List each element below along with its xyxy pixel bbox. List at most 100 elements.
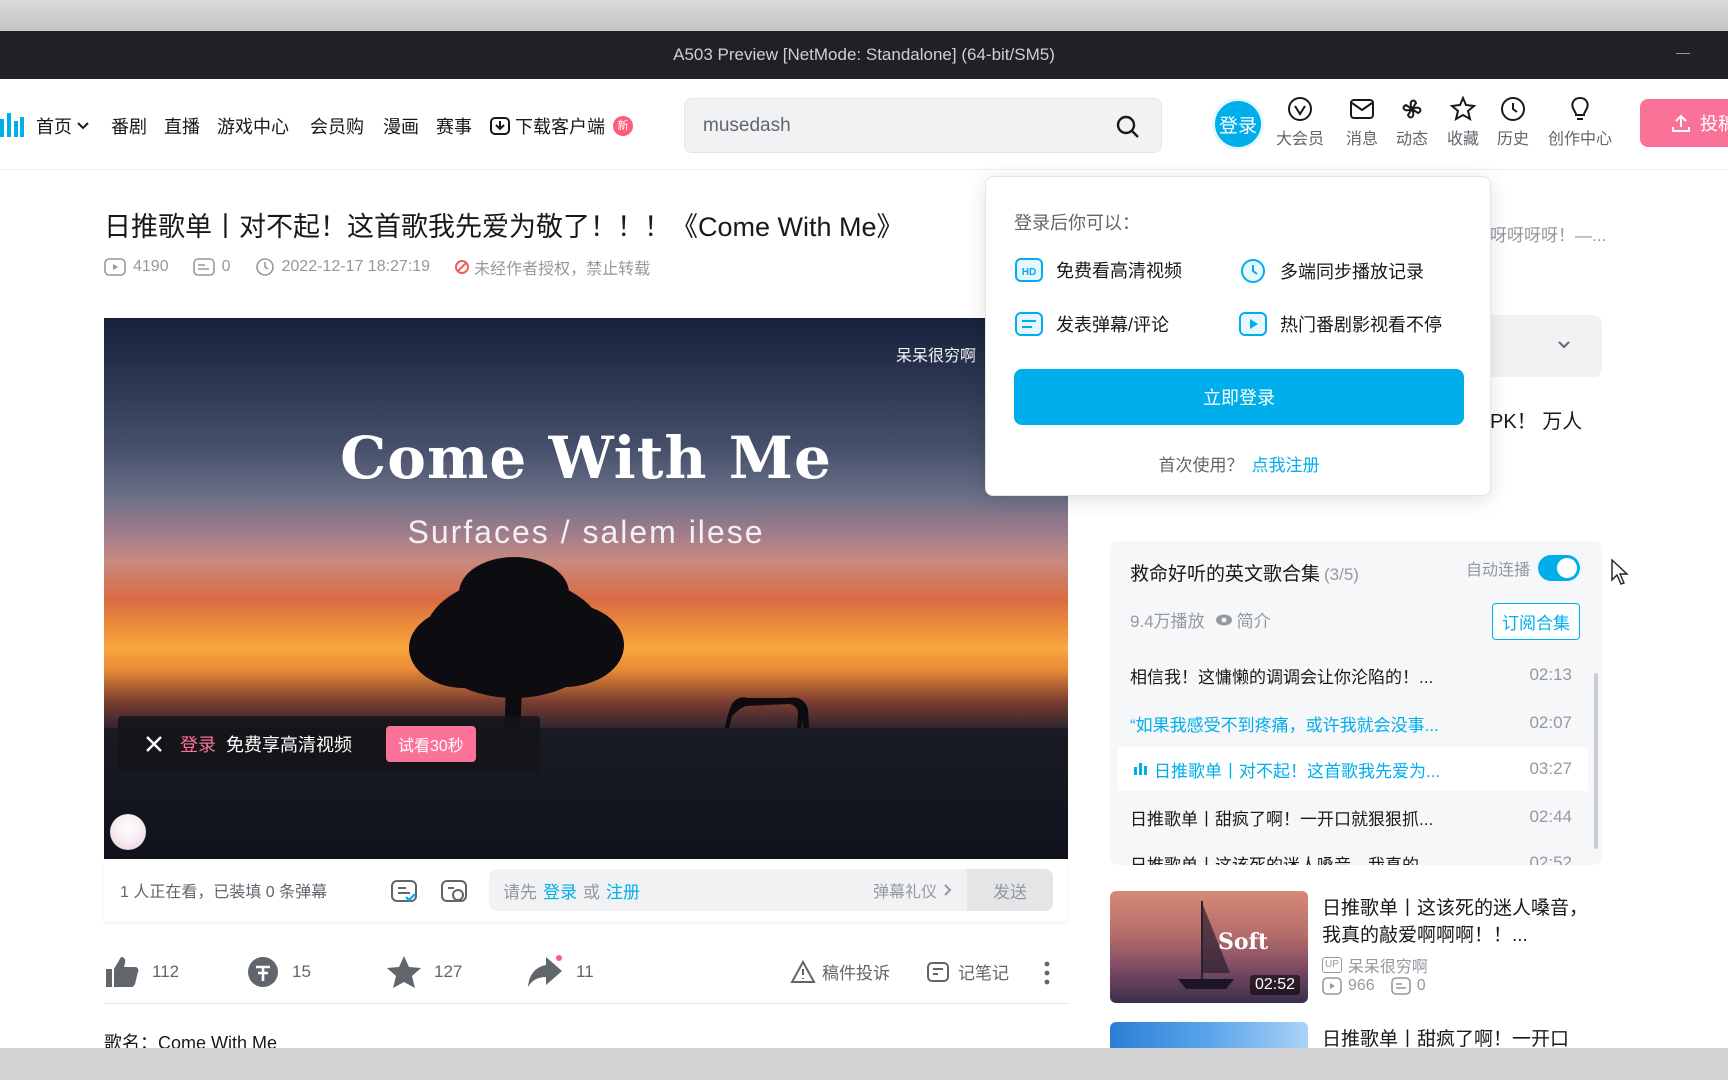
nav-game-center[interactable]: 游戏中心 <box>217 113 289 139</box>
upload-button[interactable]: 投稿 <box>1640 99 1728 147</box>
header-vip[interactable]: 大会员 <box>1276 95 1324 149</box>
playlist-item-duration: 03:27 <box>1529 759 1572 778</box>
note-icon <box>927 961 949 982</box>
svg-text:HD: HD <box>1022 267 1036 278</box>
nav-live[interactable]: 直播 <box>164 113 200 139</box>
playlist-scrollbar[interactable] <box>1594 673 1598 849</box>
nav-esports[interactable]: 赛事 <box>436 113 472 139</box>
playlist-item-active[interactable]: 日推歌单丨对不起！这首歌我先爱为... 03:27 <box>1118 747 1588 791</box>
video-title: 日推歌单丨对不起！这首歌我先爱为敬了！！！《Come With Me》 <box>104 212 904 242</box>
song-name: 歌名：Come With Me <box>104 1033 278 1048</box>
warning-icon <box>790 959 816 983</box>
playlist-intro: 简介 <box>1236 612 1271 631</box>
nav-shop[interactable]: 会员购 <box>310 113 364 139</box>
video-actions: 112 15 127 11 稿件投诉 记笔记 <box>104 947 1068 997</box>
header-history[interactable]: 历史 <box>1497 95 1529 149</box>
search-input[interactable] <box>703 113 1083 139</box>
danmaku-settings-icon[interactable] <box>440 877 468 905</box>
recommended-uploader[interactable]: UP 呆呆很穷啊 <box>1322 953 1428 977</box>
header-favorites[interactable]: 收藏 <box>1447 95 1479 149</box>
recommended-video[interactable]: 日推歌单丨甜疯了啊！一开口 <box>1110 1022 1602 1048</box>
danmaku-etiquette-link[interactable]: 弹幕礼仪 <box>873 878 953 902</box>
trial-button[interactable]: 试看30秒 <box>386 726 476 762</box>
desktop-top-strip <box>0 0 1728 31</box>
danmaku-etiquette-label: 弹幕礼仪 <box>872 884 937 901</box>
thumbs-up-icon <box>106 957 139 987</box>
chevron-down-icon <box>77 122 89 130</box>
danmaku-input[interactable]: 请先 登录 或 注册 弹幕礼仪 发送 <box>489 869 1053 911</box>
danmaku-toggle-icon[interactable] <box>390 877 418 905</box>
hd-tip-login-link[interactable]: 登录 <box>180 731 216 757</box>
header-messages[interactable]: 消息 <box>1346 95 1378 149</box>
overlay-song-title: Come With Me <box>340 424 832 492</box>
recommended-thumbnail[interactable]: Soft 02:52 <box>1110 891 1308 1003</box>
danmaku-prompt-prefix: 请先 <box>503 882 537 902</box>
playlist-intro-link[interactable]: 简介 <box>1215 607 1271 632</box>
autoplay-toggle[interactable] <box>1538 555 1580 581</box>
more-icon[interactable] <box>1044 961 1050 985</box>
recommended-thumbnail[interactable] <box>1110 1022 1308 1048</box>
nav-anime-label: 番剧 <box>111 117 147 137</box>
register-link[interactable]: 点我注册 <box>1252 456 1320 475</box>
nav-home[interactable]: 首页 <box>36 113 90 139</box>
login-popup-heading: 登录后你可以： <box>1014 213 1140 233</box>
playlist-count: (3/5) <box>1324 565 1359 584</box>
playlist-item-duration: 02:44 <box>1529 807 1572 826</box>
playlist-item[interactable]: “如果我感受不到疼痛，或许我就会没事... 02:07 <box>1118 701 1588 745</box>
danmaku-login-link[interactable]: 登录 <box>543 878 577 903</box>
login-avatar-button[interactable]: 登录 <box>1212 98 1264 150</box>
playlist-item[interactable]: 日推歌单丨这该死的迷人嗓音，我真的... 02:52 <box>1118 841 1588 865</box>
recommended-title[interactable]: 日推歌单丨甜疯了啊！一开口 <box>1322 1026 1602 1048</box>
playlist-item[interactable]: 日推歌单丨甜疯了啊！一开口就狠狠抓... 02:44 <box>1118 795 1588 839</box>
chevron-right-icon <box>944 884 952 896</box>
danmaku-count-icon <box>192 258 215 276</box>
header-creator-center[interactable]: 创作中心 <box>1548 95 1612 149</box>
playlist-header[interactable]: 救命好听的英文歌合集 (3/5) <box>1130 559 1359 586</box>
copyright-notice: 未经作者授权，禁止转载 <box>454 255 650 279</box>
nav-manga-label: 漫画 <box>383 117 419 137</box>
video-player[interactable]: 呆呆很穷啊 Come With Me Surfaces / salem iles… <box>104 318 1068 859</box>
like-button[interactable]: 112 <box>104 955 179 989</box>
search-icon[interactable] <box>1115 114 1141 140</box>
login-now-button[interactable]: 立即登录 <box>1014 369 1464 425</box>
playlist-item[interactable]: 相信我！这慵懒的调调会让你沦陷的！... 02:13 <box>1118 653 1588 697</box>
playlist-panel: 救命好听的英文歌合集 (3/5) 自动连播 9.4万播放 简介 订阅合集 相信我！… <box>1110 541 1602 865</box>
header-dynamics[interactable]: 动态 <box>1396 95 1428 149</box>
coin-button[interactable]: 15 <box>246 955 311 989</box>
favorite-count: 127 <box>434 962 463 981</box>
notes-button[interactable]: 记笔记 <box>926 959 1009 984</box>
report-button[interactable]: 稿件投诉 <box>790 959 890 984</box>
video-duration: 02:52 <box>1249 975 1300 995</box>
nav-download-label: 下载客户端 <box>515 117 605 137</box>
nav-home-label: 首页 <box>36 117 72 137</box>
play-video-icon <box>1239 312 1267 336</box>
recommended-title[interactable]: 日推歌单丨这该死的迷人嗓音，我真的敲爱啊啊啊！！... <box>1322 895 1602 949</box>
favorite-button[interactable]: 127 <box>386 955 462 989</box>
close-icon[interactable] <box>144 734 164 754</box>
subscribe-collection-button[interactable]: 订阅合集 <box>1492 603 1580 640</box>
popup-feature-label: 热门番剧影视看不停 <box>1280 315 1442 335</box>
danmaku-register-link[interactable]: 注册 <box>606 878 640 903</box>
play-count-icon <box>104 258 126 276</box>
report-label: 稿件投诉 <box>822 964 890 983</box>
playlist-item-title: 日推歌单丨甜疯了啊！一开口就狠狠抓... <box>1130 809 1434 829</box>
video-meta: 4190 0 2022-12-17 18:27:19 未经作者授权，禁止转载 <box>104 255 650 279</box>
popup-feature-label: 免费看高清视频 <box>1056 261 1182 281</box>
send-button[interactable]: 发送 <box>967 869 1053 911</box>
danmaku-count: 0 <box>221 258 231 275</box>
playing-bars-icon <box>1134 763 1147 775</box>
playlist-item-duration: 02:13 <box>1529 665 1572 684</box>
playlist-item-title: “如果我感受不到疼痛，或许我就会没事... <box>1130 715 1439 735</box>
bilibili-logo-icon[interactable] <box>0 111 24 137</box>
share-button[interactable]: 11 <box>526 955 594 989</box>
nav-download-client[interactable]: 下载客户端 新 <box>489 113 633 139</box>
nav-anime[interactable]: 番剧 <box>111 113 147 139</box>
copyright-text: 未经作者授权，禁止转载 <box>474 261 651 278</box>
nav-manga[interactable]: 漫画 <box>383 113 419 139</box>
share-icon <box>528 955 562 987</box>
hd-tip-text: 免费享高清视频 <box>226 735 352 755</box>
danmaku-prompt-or: 或 <box>583 882 600 902</box>
forbidden-icon <box>455 260 470 274</box>
minimize-icon[interactable] <box>1676 53 1690 54</box>
recommended-video[interactable]: Soft 02:52 日推歌单丨这该死的迷人嗓音，我真的敲爱啊啊啊！！... U… <box>1110 891 1602 1003</box>
